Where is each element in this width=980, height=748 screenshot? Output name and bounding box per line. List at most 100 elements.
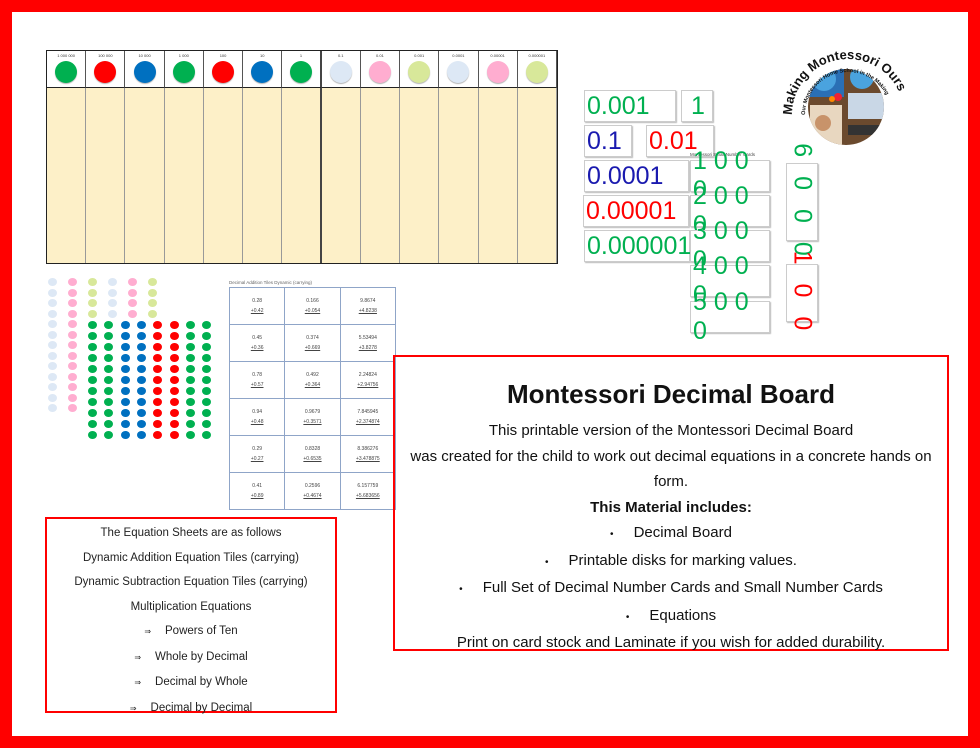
equation-sheet-line: Dynamic Addition Equation Tiles (carryin… <box>82 551 300 564</box>
marking-disk <box>128 278 137 286</box>
marking-disk <box>88 309 97 318</box>
addend-plus: +0.364 <box>304 382 321 388</box>
board-column-body <box>478 88 518 263</box>
marking-disk <box>68 341 77 349</box>
marking-disk <box>185 409 195 417</box>
marking-disk <box>48 404 57 412</box>
decimal-card: 0.00001 <box>583 195 689 227</box>
marking-disk <box>185 332 195 340</box>
board-column-body <box>321 88 361 263</box>
place-value-disk <box>329 61 352 83</box>
equation-tile: 7.845945 +2.374874 <box>339 398 397 436</box>
place-value-disk <box>212 61 235 83</box>
board-column-body <box>243 88 283 263</box>
description-box: Montessori Decimal Board This printable … <box>393 355 949 651</box>
marking-disk <box>169 376 179 384</box>
marking-disk <box>68 393 77 402</box>
board-column-header: 1 000 000 <box>47 51 87 88</box>
board-column-header: 0.0001 <box>439 51 479 88</box>
place-value-disk <box>55 61 78 83</box>
marking-disk <box>136 420 146 428</box>
marking-disk <box>169 387 179 395</box>
include-item: Equations <box>395 603 947 631</box>
addend: 0.166 <box>306 298 319 304</box>
place-value-disk <box>133 61 156 83</box>
place-value-label: 10 000 <box>138 53 151 58</box>
addend-plus: +0.669 <box>304 345 321 351</box>
addend: 0.94 <box>252 409 263 415</box>
equation-tile: 0.2596 +0.4674 <box>284 472 341 510</box>
equation-tile: 0.8328 +0.6535 <box>284 435 341 473</box>
place-value-label: 0.0001 <box>452 53 465 58</box>
marking-disk <box>136 321 146 329</box>
marking-disk <box>88 278 97 286</box>
addend: 9.8674 <box>360 298 376 304</box>
place-value-disk <box>408 61 431 83</box>
marking-disk <box>48 320 57 328</box>
addend: 2.24824 <box>358 372 377 378</box>
board-column-body <box>203 88 244 263</box>
equation-tiles-title: Decimal Addition Tiles Dynamic (carrying… <box>229 280 313 285</box>
place-value-label: 10 <box>260 53 265 58</box>
addend-plus: +0.054 <box>304 308 321 314</box>
addend-plus: +5.683656 <box>355 493 380 499</box>
vertical-card-text: 6 0 0 0 <box>788 142 817 262</box>
addend-plus: +0.89 <box>250 493 264 499</box>
addend: 8.386276 <box>357 446 379 452</box>
place-value-label: 1 <box>299 53 303 58</box>
board-column-header: 100 <box>203 51 244 88</box>
marking-disk <box>136 376 146 384</box>
equation-row: 0.29 +0.27 0.8328 +0.6535 8.386276 +3.478875 <box>228 435 397 473</box>
marking-disk <box>128 299 137 307</box>
equation-sheets-box: The Equation Sheets are as follows Dynam… <box>45 517 337 714</box>
includes-heading: This Material includes: <box>590 498 752 516</box>
marking-disk <box>68 309 77 318</box>
decimal-card: 0.001 <box>584 90 676 122</box>
addend-plus: +2.94756 <box>357 382 379 388</box>
marking-disk <box>68 320 77 328</box>
board-column-body <box>439 88 479 263</box>
equation-tile: 0.374 +0.669 <box>284 324 341 362</box>
board-column-header: 1 000 <box>164 51 204 88</box>
equation-sheet-line: Multiplication Equations <box>130 600 252 613</box>
small-number-card: 5 0 0 0 <box>690 288 770 345</box>
addend: 0.374 <box>306 335 319 341</box>
equation-sheet-subitem: Powers of Ten <box>47 619 335 645</box>
marking-disk <box>120 376 130 384</box>
marking-disk <box>120 420 130 428</box>
marking-disk <box>136 398 146 406</box>
equation-tile: 5.53494 +3.8278 <box>339 324 397 362</box>
marking-disk <box>68 362 77 370</box>
marking-disk <box>169 332 179 340</box>
board-column-body <box>164 88 204 263</box>
equation-sheet-subitem: Decimal by Whole <box>47 670 335 696</box>
include-item: Full Set of Decimal Number Cards and Sma… <box>395 575 947 603</box>
equation-sheet-subitem: Decimal by Decimal <box>47 696 335 722</box>
marking-disk <box>48 393 57 402</box>
addend: 0.45 <box>252 335 263 341</box>
marking-disk <box>48 383 57 391</box>
marking-disk <box>48 278 57 286</box>
place-value-label: 100 <box>219 53 227 58</box>
addend-plus: +4.8238 <box>358 308 377 314</box>
marking-disk <box>185 365 195 373</box>
marking-disk <box>88 332 97 340</box>
marking-disk <box>185 343 195 351</box>
marking-disk <box>120 332 130 340</box>
marking-disk <box>185 398 195 406</box>
marking-disk <box>148 288 157 297</box>
marking-disk <box>108 278 117 286</box>
equation-tile: 0.28 +0.42 <box>228 287 286 325</box>
addend: 0.8328 <box>304 446 321 452</box>
place-value-label: 0.00001 <box>490 53 505 58</box>
equation-tile: 0.29 +0.27 <box>228 435 286 473</box>
addend-plus: +3.8278 <box>358 345 377 351</box>
place-value-label: 0.001 <box>414 53 425 58</box>
addend: 0.2596 <box>304 483 321 489</box>
decimal-card: 0.000001 <box>584 230 691 262</box>
marking-disk <box>48 372 57 381</box>
addend-plus: +3.478875 <box>355 456 380 462</box>
marking-disk <box>88 288 97 297</box>
marking-disk <box>169 398 179 406</box>
marking-disk <box>48 362 57 370</box>
